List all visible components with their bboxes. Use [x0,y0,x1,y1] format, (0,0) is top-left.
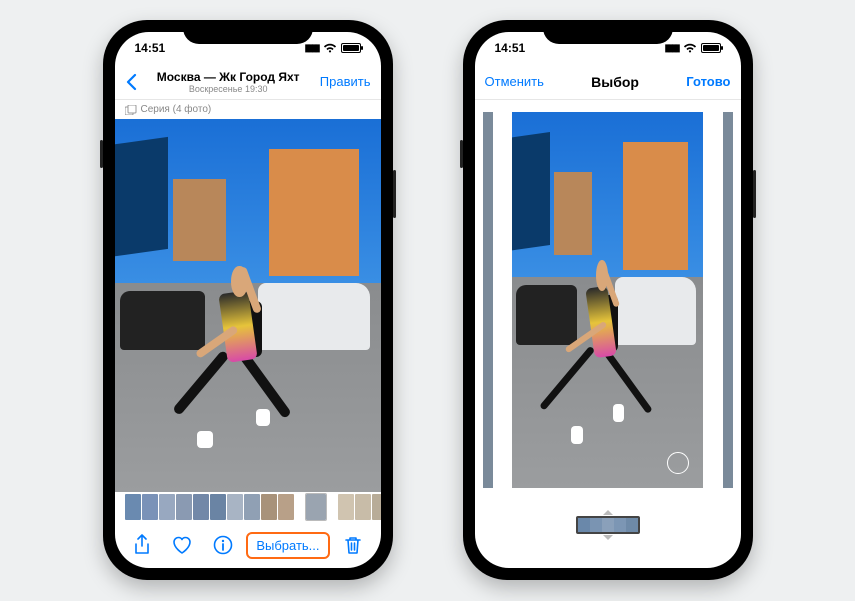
back-button[interactable] [125,73,137,91]
status-time: 14:51 [135,41,166,55]
trash-icon[interactable] [336,530,370,560]
phone-right: 14:51 ▮▮▮▮ Отменить Выбор Готово [463,20,753,580]
share-icon[interactable] [125,530,159,560]
nav-subtitle: Воскресенье 19:30 [137,84,320,94]
burst-scrubber[interactable] [475,500,741,550]
scrubber-arrow-up-icon [603,510,613,515]
status-right: ▮▮▮▮ [664,43,720,54]
scrubber-thumbnails[interactable] [576,516,640,534]
screen-right: 14:51 ▮▮▮▮ Отменить Выбор Готово [475,32,741,568]
nav-title-group: Выбор [544,74,686,90]
burst-icon [125,105,137,115]
nav-title: Москва — Жк Город Яхт [137,70,320,84]
wifi-icon [323,43,337,53]
battery-icon [701,43,721,53]
screen-left: 14:51 ▮▮▮▮ Москва — Жк Город Яхт Воскрес… [115,32,381,568]
info-icon[interactable] [206,530,240,560]
next-photo-sliver[interactable] [723,112,733,488]
nav-bar: Москва — Жк Город Яхт Воскресенье 19:30 … [115,64,381,100]
thumbnail-strip[interactable] [115,492,381,522]
done-button[interactable]: Готово [686,74,730,89]
cancel-button[interactable]: Отменить [485,74,544,89]
status-time: 14:51 [495,41,526,55]
scrubber-arrow-down-icon [603,535,613,540]
bottom-toolbar: Выбрать... [115,522,381,568]
home-indicator-space [475,550,741,568]
wifi-icon [683,43,697,53]
status-right: ▮▮▮▮ [304,43,360,54]
heart-icon[interactable] [165,530,199,560]
main-photo[interactable] [115,119,381,492]
phone-left: 14:51 ▮▮▮▮ Москва — Жк Город Яхт Воскрес… [103,20,393,580]
notch [183,20,313,44]
prev-photo-sliver[interactable] [483,112,493,488]
current-photo[interactable] [512,112,704,488]
signal-icon: ▮▮▮▮ [304,43,318,54]
edit-button[interactable]: Править [320,74,371,89]
series-label-row: Серия (4 фото) [115,100,381,119]
select-button[interactable]: Выбрать... [246,532,329,559]
signal-icon: ▮▮▮▮ [664,43,678,54]
nav-title: Выбор [544,74,686,90]
series-label: Серия (4 фото) [141,104,212,115]
nav-bar: Отменить Выбор Готово [475,64,741,100]
notch [543,20,673,44]
burst-picker-area[interactable] [475,100,741,500]
battery-icon [341,43,361,53]
nav-title-group: Москва — Жк Город Яхт Воскресенье 19:30 [137,70,320,94]
